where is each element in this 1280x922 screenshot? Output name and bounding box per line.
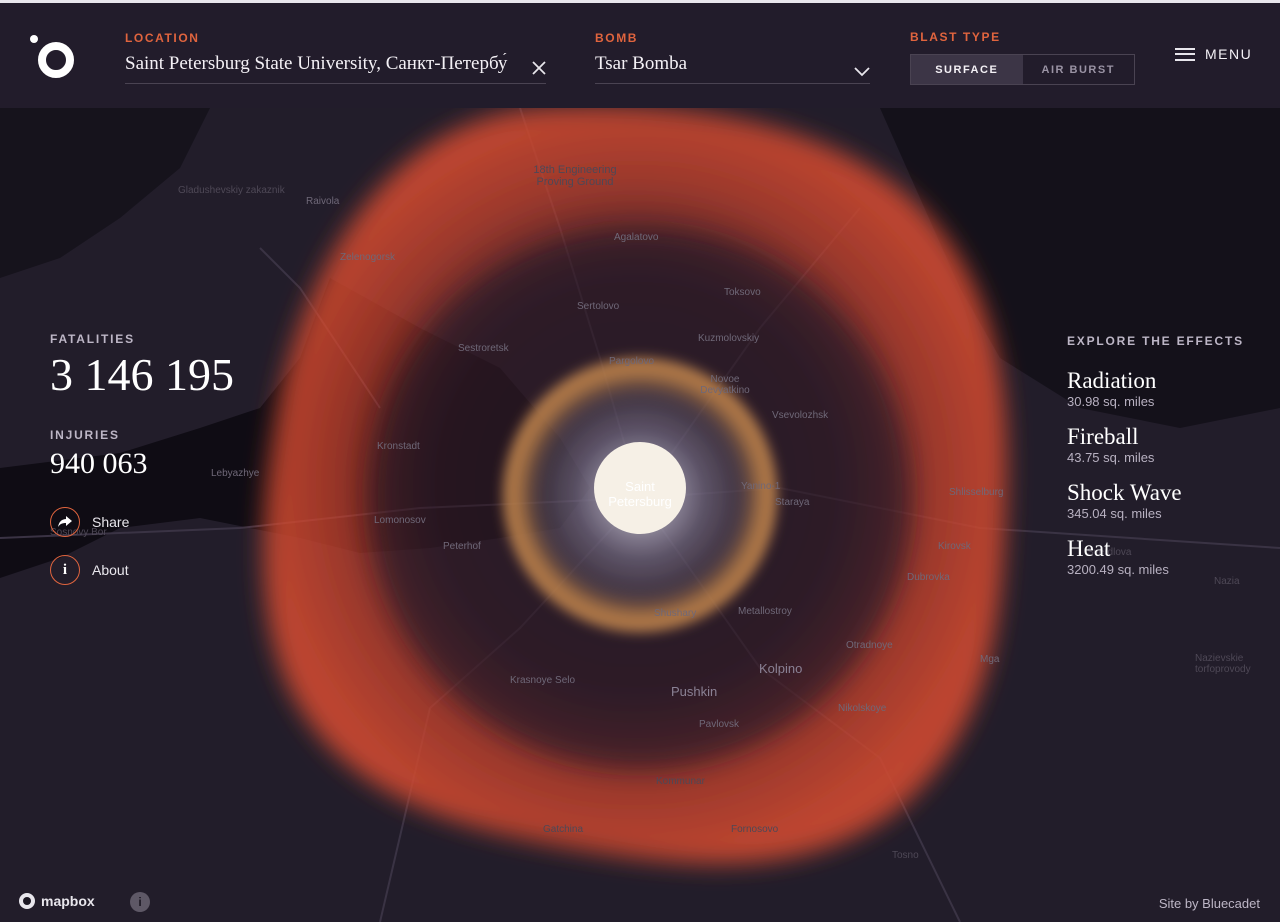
place-label: Dubrovka (907, 572, 950, 583)
place-label: Shlisselburg (949, 487, 1004, 498)
air-burst-button[interactable]: AIR BURST (1023, 55, 1135, 84)
place-label: Nazievskie torfoprovody (1195, 653, 1251, 675)
effect-name: Heat (1067, 536, 1111, 561)
casualty-stats: FATALITIES 3 146 195 INJURIES 940 063 (50, 332, 234, 482)
surface-button[interactable]: SURFACE (911, 55, 1023, 84)
site-credit-link[interactable]: Site by Bluecadet (1159, 896, 1260, 911)
blast-type-toggle: SURFACE AIR BURST (910, 54, 1135, 85)
share-button[interactable]: Share (50, 507, 129, 537)
header: LOCATION Saint Petersburg State Universi… (0, 3, 1280, 108)
location-input[interactable]: Saint Petersburg State University, Санкт… (125, 53, 515, 75)
place-label: Peterhof (443, 541, 481, 552)
bomb-label: BOMB (595, 31, 639, 45)
clear-location-icon[interactable] (530, 59, 548, 77)
menu-button[interactable]: MENU (1175, 46, 1252, 62)
share-icon (50, 507, 80, 537)
place-label: Kuzmolovskiy (698, 333, 760, 344)
place-label: Toksovo (724, 287, 761, 298)
place-label: Metallostroy (738, 606, 792, 617)
blast-type-label: BLAST TYPE (910, 30, 1001, 44)
place-label: 18th Engineering Proving Ground (533, 164, 617, 188)
ground-zero-label: Saint Petersburg (608, 479, 672, 509)
injuries-value: 940 063 (50, 447, 148, 480)
bomb-underline (595, 83, 870, 84)
place-label: Zelenogorsk (340, 252, 396, 263)
injuries-label: INJURIES (50, 428, 120, 442)
place-label: Gladushevskiy zakaznik (178, 185, 285, 196)
location-underline (125, 83, 546, 84)
effect-fireball[interactable]: Fireball 43.75 sq. miles (1067, 424, 1244, 466)
hamburger-icon (1175, 47, 1195, 61)
place-label: Lomonosov (374, 515, 426, 526)
about-label: About (92, 562, 129, 578)
place-label: Agalatovo (614, 232, 659, 243)
chevron-down-icon[interactable] (853, 65, 871, 77)
place-label: Krasnoye Selo (510, 675, 576, 686)
effect-shock-wave[interactable]: Shock Wave 345.04 sq. miles (1067, 480, 1244, 522)
place-label: Fornosovo (731, 824, 779, 835)
info-icon: i (50, 555, 80, 585)
place-label: Kommunar (656, 776, 705, 787)
effect-area: 3200.49 sq. miles (1067, 562, 1169, 577)
place-label: Sertolovo (577, 301, 620, 312)
place-label: Otradnoye (846, 640, 893, 651)
place-label: Pushkin (671, 684, 718, 699)
place-label: Pargolovo (609, 356, 655, 367)
menu-label: MENU (1205, 46, 1253, 62)
place-label: Sestroretsk (458, 343, 509, 354)
place-label: Mga (980, 654, 1000, 665)
place-label: Staraya (775, 497, 810, 508)
place-label: Shushary (654, 608, 697, 619)
place-label: Raivola (306, 196, 340, 207)
share-label: Share (92, 514, 130, 530)
effect-area: 30.98 sq. miles (1067, 394, 1155, 409)
mapbox-logo[interactable]: mapbox (18, 892, 95, 910)
place-label: Pavlovsk (699, 719, 740, 730)
effect-area: 43.75 sq. miles (1067, 450, 1155, 465)
effects-panel: EXPLORE THE EFFECTS Radiation 30.98 sq. … (1067, 334, 1244, 592)
effect-area: 345.04 sq. miles (1067, 506, 1162, 521)
logo-icon[interactable] (28, 33, 78, 83)
place-label: Novoe Devyatkino (700, 374, 750, 396)
place-label: Kronstadt (377, 441, 420, 452)
mapbox-icon (19, 893, 35, 909)
location-label: LOCATION (125, 31, 200, 45)
fatalities-label: FATALITIES (50, 332, 135, 346)
place-label: Nikolskoye (838, 703, 887, 714)
place-label: Gatchina (543, 824, 584, 835)
place-label: Vsevolozhsk (772, 410, 829, 421)
effect-name: Fireball (1067, 424, 1139, 449)
mapbox-label: mapbox (41, 893, 95, 909)
about-button[interactable]: i About (50, 555, 129, 585)
effect-heat[interactable]: Heat 3200.49 sq. miles (1067, 536, 1244, 578)
fatalities-value: 3 146 195 (50, 349, 234, 400)
bomb-select[interactable]: Tsar Bomba (595, 53, 835, 75)
place-label: Kolpino (759, 661, 803, 676)
effect-radiation[interactable]: Radiation 30.98 sq. miles (1067, 368, 1244, 410)
place-label: Tosno (892, 850, 919, 861)
effect-name: Shock Wave (1067, 480, 1182, 505)
attribution-info-icon[interactable]: i (130, 892, 150, 912)
effect-name: Radiation (1067, 368, 1157, 393)
place-label: Kirovsk (938, 541, 971, 552)
place-label: Yanino-1 (741, 481, 781, 492)
effects-title: EXPLORE THE EFFECTS (1067, 334, 1244, 348)
